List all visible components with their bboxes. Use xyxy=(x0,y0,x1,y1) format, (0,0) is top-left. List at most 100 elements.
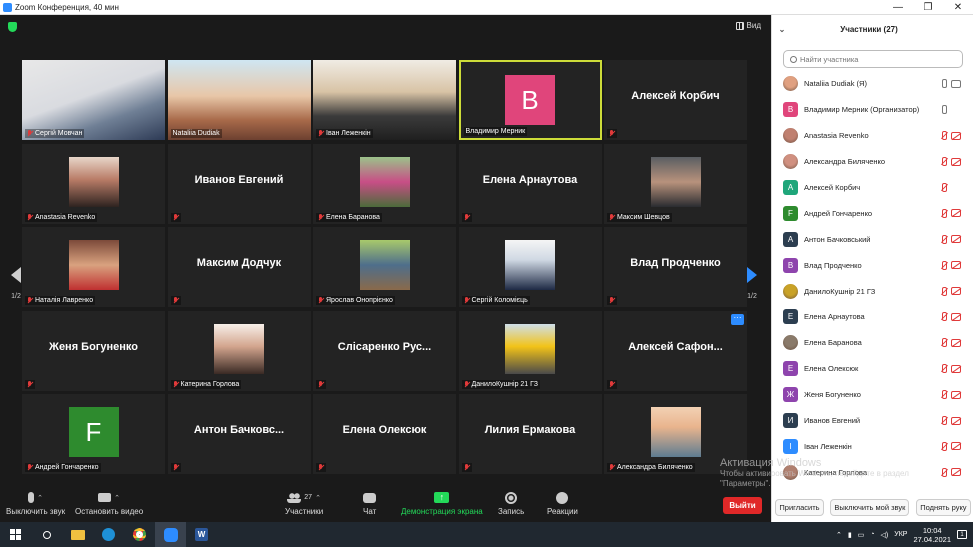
video-tile[interactable]: Максим Додчук xyxy=(167,227,311,307)
video-tile[interactable]: Катерина Горлова xyxy=(167,310,311,391)
taskbar-chrome[interactable] xyxy=(124,522,155,547)
participant-row[interactable]: А Алексей Корбич xyxy=(772,175,973,201)
video-tile[interactable]: Елена Баранова xyxy=(313,143,456,224)
video-tile[interactable]: Иванов Евгений xyxy=(167,143,311,224)
video-tile[interactable]: Елена Арнаутова xyxy=(458,143,602,224)
raise-hand-button[interactable]: Поднять руку xyxy=(916,499,971,516)
tray-mic-icon[interactable]: ▮ xyxy=(848,531,852,539)
video-tile[interactable]: Наталія Лавренко xyxy=(22,227,165,307)
mute-me-button[interactable]: Выключить мой звук xyxy=(830,499,910,516)
microphone-icon xyxy=(940,79,947,89)
tray-chevron-up-icon[interactable]: ⌃ xyxy=(836,531,842,539)
participant-row[interactable]: Е Елена Олексюк xyxy=(772,356,973,382)
taskbar-zoom[interactable] xyxy=(155,522,186,547)
participant-name: Александра Биляченко xyxy=(804,157,886,167)
language-indicator[interactable]: УКР xyxy=(894,531,907,538)
clock-date: 27.04.2021 xyxy=(913,534,951,544)
panel-footer: Пригласить Выключить мой звук Поднять ру… xyxy=(772,494,973,521)
participant-row[interactable]: І Іван Леженкін xyxy=(772,433,973,459)
video-tile[interactable]: Елена Олексюк xyxy=(313,394,456,474)
taskbar-search-button[interactable] xyxy=(31,522,62,547)
chevron-up-icon[interactable]: ⌃ xyxy=(114,494,120,502)
participant-row[interactable]: Катерина Горлова xyxy=(772,459,973,485)
reaction-smiley-icon xyxy=(556,491,569,504)
view-button[interactable]: Вид xyxy=(735,21,761,30)
video-tile[interactable]: Женя Богуненко xyxy=(22,310,165,391)
share-screen-button[interactable]: ↑ Демонстрация экрана xyxy=(401,491,483,516)
muted-mic-icon xyxy=(464,380,470,388)
participant-row[interactable]: Александра Биляченко xyxy=(772,149,973,175)
participant-name: Антон Бачковський xyxy=(804,234,871,244)
tile-label: ДанилоКушнір 21 ГЗ xyxy=(461,379,541,389)
start-button[interactable] xyxy=(0,522,31,547)
participant-search-input[interactable] xyxy=(800,54,950,64)
stop-video-button[interactable]: ⌃ Остановить видео xyxy=(75,491,143,516)
video-off-icon xyxy=(951,261,961,270)
chevron-up-icon[interactable]: ⌃ xyxy=(37,494,43,502)
video-tile[interactable]: Максим Шевцов xyxy=(604,143,747,224)
leave-meeting-button[interactable]: Выйти xyxy=(723,497,762,514)
video-tile[interactable]: F Андрей Гончаренко xyxy=(22,394,165,474)
participant-row[interactable]: Е Елена Арнаутова xyxy=(772,304,973,330)
participant-row[interactable]: В Владимир Мерник (Организатор) xyxy=(772,97,973,123)
video-tile[interactable]: Александра Биляченко xyxy=(604,394,747,474)
participants-label: Участники xyxy=(285,507,324,516)
reactions-button[interactable]: Реакции xyxy=(547,491,578,516)
record-button[interactable]: Запись xyxy=(498,491,524,516)
participant-row[interactable]: ДанилоКушнір 21 ГЗ xyxy=(772,278,973,304)
close-window-button[interactable]: ✕ xyxy=(943,2,973,13)
participant-row[interactable]: А Антон Бачковський xyxy=(772,226,973,252)
tile-name-label: Іван Леженкін xyxy=(326,130,371,137)
video-tile[interactable]: Антон Бачковс... xyxy=(167,394,311,474)
muted-mic-icon xyxy=(464,297,470,304)
video-tile[interactable]: Anastasia Revenko xyxy=(22,143,165,224)
restore-button[interactable]: ❐ xyxy=(913,2,943,13)
panel-header: ⌄ Участники (27) xyxy=(772,15,973,43)
video-off-icon xyxy=(951,157,961,166)
video-tile[interactable]: Влад Продченко xyxy=(604,227,747,307)
muted-mic-icon xyxy=(940,390,947,400)
taskbar-edge[interactable] xyxy=(93,522,124,547)
more-options-button[interactable]: ··· xyxy=(731,313,744,325)
video-tile[interactable]: В Владимир Мерник xyxy=(458,60,602,140)
video-tile[interactable]: ДанилоКушнір 21 ГЗ xyxy=(458,310,602,391)
video-tile[interactable]: Лилия Ермакова xyxy=(458,394,602,474)
video-tile[interactable]: Іван Леженкін xyxy=(313,60,456,140)
security-shield-icon[interactable] xyxy=(8,22,17,32)
network-icon[interactable]: ◔ xyxy=(870,531,874,538)
participant-row[interactable]: В Влад Продченко xyxy=(772,252,973,278)
video-tile[interactable]: Сергій Мовчан xyxy=(22,60,165,140)
chevron-down-icon[interactable]: ⌄ xyxy=(772,25,792,34)
taskbar-word[interactable]: W xyxy=(186,522,217,547)
video-tile[interactable]: Алексей Корбич xyxy=(604,60,747,140)
video-tile[interactable]: Слісаренко Рус... xyxy=(313,310,456,391)
video-tile[interactable]: Ярослав Онопрієнко xyxy=(313,227,456,307)
participants-button[interactable]: 27 ⌃ Участники xyxy=(285,491,323,516)
participant-search[interactable] xyxy=(783,50,963,68)
video-tile[interactable]: Сергій Коломієць xyxy=(458,227,602,307)
invite-button[interactable]: Пригласить xyxy=(775,499,824,516)
participant-row[interactable]: Nataliia Dudiak (Я) xyxy=(772,71,973,97)
participant-avatar: В xyxy=(505,75,555,125)
participant-row[interactable]: И Иванов Евгений xyxy=(772,408,973,434)
share-screen-icon: ↑ xyxy=(434,492,450,503)
taskbar-explorer[interactable] xyxy=(62,522,93,547)
participant-row[interactable]: Ж Женя Богуненко xyxy=(772,382,973,408)
video-tile[interactable]: Nataliia Dudiak xyxy=(167,60,311,140)
mute-button[interactable]: ⌃ Выключить звук xyxy=(6,491,65,516)
notifications-icon[interactable]: 1 xyxy=(957,530,967,539)
minimize-button[interactable]: — xyxy=(883,2,913,13)
clock[interactable]: 10:04 27.04.2021 xyxy=(913,526,951,544)
chevron-up-icon[interactable]: ⌃ xyxy=(315,494,321,502)
participant-row[interactable]: Елена Баранова xyxy=(772,330,973,356)
participant-row[interactable]: Anastasia Revenko xyxy=(772,123,973,149)
video-off-icon xyxy=(951,287,961,296)
participant-row[interactable]: F Андрей Гончаренко xyxy=(772,200,973,226)
video-tile[interactable]: Алексей Сафон... ··· xyxy=(604,310,747,391)
microphone-icon xyxy=(28,492,35,503)
volume-icon[interactable]: ◁) xyxy=(881,531,889,539)
tile-label xyxy=(461,463,472,472)
battery-icon[interactable]: ▭ xyxy=(858,531,865,539)
tile-label xyxy=(25,379,35,389)
chat-button[interactable]: Чат xyxy=(363,491,376,516)
